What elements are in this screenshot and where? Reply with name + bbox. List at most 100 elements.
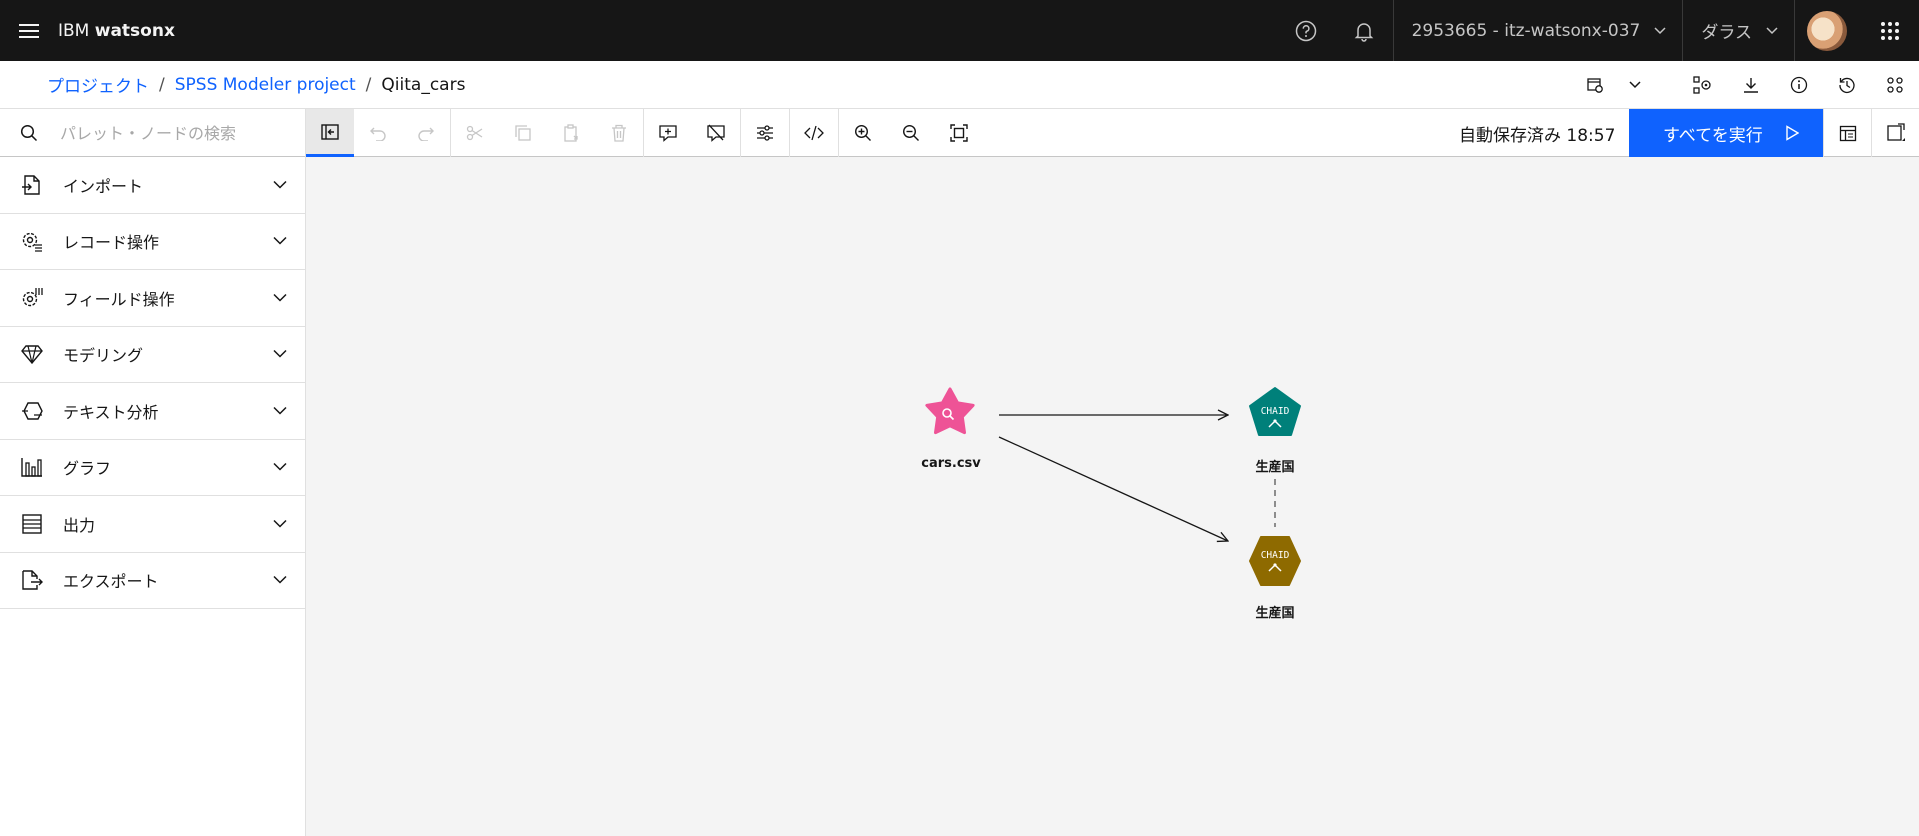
- chevron-down-icon: [1654, 26, 1666, 34]
- divider: [1794, 0, 1795, 61]
- breadcrumb-separator: /: [159, 74, 165, 95]
- chaid-glyph: CHAID: [1261, 406, 1290, 417]
- palette-item-label: レコード操作: [63, 233, 160, 253]
- apps-grid-icon[interactable]: [1871, 61, 1919, 109]
- palette-item-text-analysis[interactable]: テキスト分析: [0, 383, 305, 440]
- chevron-down-icon: [273, 406, 287, 415]
- zoom-in-button[interactable]: [839, 109, 887, 157]
- delete-button[interactable]: [595, 109, 643, 157]
- chevron-down-icon: [273, 237, 287, 245]
- chevron-down-icon: [273, 293, 287, 302]
- history-icon[interactable]: [1823, 61, 1871, 109]
- fit-to-screen-icon: [950, 124, 968, 142]
- node-label-chaid-1[interactable]: 生産国: [1255, 456, 1294, 475]
- palette-item-graph[interactable]: グラフ: [0, 440, 305, 496]
- node-chaid-1[interactable]: CHAID: [1249, 387, 1301, 436]
- info-icon[interactable]: [1775, 61, 1823, 109]
- breadcrumb: プロジェクト / SPSS Modeler project / Qiita_ca…: [0, 61, 1919, 109]
- cut-button[interactable]: [451, 109, 499, 157]
- cut-icon: [466, 125, 483, 141]
- flow-canvas[interactable]: CHAID CHAID cars.csv 生産国 生産国: [306, 157, 1919, 836]
- node-palette: インポート レコード操作 フィールド操作 モデリング テキスト分析 グラフ 出力…: [0, 157, 306, 836]
- paste-button[interactable]: [547, 109, 595, 157]
- hamburger-menu-icon[interactable]: [0, 0, 58, 61]
- node-cars-csv[interactable]: [925, 387, 975, 435]
- toggle-palette-button[interactable]: [306, 109, 354, 157]
- output-icon: [20, 512, 44, 536]
- redo-button[interactable]: [402, 109, 450, 157]
- chevron-down-icon: [273, 350, 287, 358]
- modeling-icon: [20, 342, 44, 366]
- flow-toolbar: 自動保存済み 18:57 すべてを実行: [0, 109, 1919, 157]
- flow-settings-icon[interactable]: [1575, 61, 1615, 109]
- side-panel-button[interactable]: [1871, 109, 1919, 157]
- region-label: ダラス: [1701, 23, 1752, 43]
- search-input[interactable]: [60, 123, 280, 143]
- chaid-nugget-icon: [1249, 536, 1301, 586]
- notification-icon[interactable]: [1335, 0, 1393, 61]
- node-label-cars-csv[interactable]: cars.csv: [921, 456, 980, 471]
- export-icon: [20, 568, 44, 592]
- account-switcher[interactable]: 2953665 - itz-watsonx-037: [1394, 0, 1683, 61]
- node-label-chaid-2[interactable]: 生産国: [1255, 602, 1294, 621]
- panel-collapse-icon: [321, 123, 339, 140]
- autosave-status: 自動保存済み 18:57: [1459, 125, 1616, 146]
- add-comment-button[interactable]: [644, 109, 692, 157]
- settings-button[interactable]: [741, 109, 789, 157]
- global-header: IBM watsonx 2953665 - itz-watsonx-037 ダラ…: [0, 0, 1919, 61]
- palette-item-record-ops[interactable]: レコード操作: [0, 214, 305, 270]
- copy-button[interactable]: [499, 109, 547, 157]
- palette-item-output[interactable]: 出力: [0, 496, 305, 553]
- data-view-icon[interactable]: [1679, 61, 1727, 109]
- palette-item-label: エクスポート: [63, 572, 159, 592]
- node-chaid-2[interactable]: CHAID: [1249, 536, 1301, 586]
- text-analysis-icon: [20, 399, 44, 423]
- hide-comments-button[interactable]: [692, 109, 740, 157]
- region-switcher[interactable]: ダラス: [1683, 0, 1794, 61]
- palette-item-export[interactable]: エクスポート: [0, 553, 305, 609]
- fit-to-screen-button[interactable]: [935, 109, 983, 157]
- undo-button[interactable]: [354, 109, 402, 157]
- palette-item-label: グラフ: [63, 459, 112, 479]
- palette-item-label: モデリング: [63, 346, 144, 366]
- redo-icon: [418, 127, 434, 141]
- palette-item-import[interactable]: インポート: [0, 157, 305, 214]
- chevron-down-icon: [1766, 26, 1778, 34]
- chevron-down-icon[interactable]: [1615, 61, 1655, 109]
- palette-search: [0, 109, 306, 157]
- breadcrumb-separator: /: [365, 74, 372, 95]
- play-icon: [1786, 125, 1799, 141]
- palette-item-label: 出力: [63, 515, 96, 535]
- chevron-down-icon: [273, 519, 287, 528]
- trash-icon: [612, 124, 626, 142]
- avatar[interactable]: [1807, 10, 1847, 51]
- chevron-down-icon: [273, 463, 287, 471]
- search-icon: [20, 124, 38, 142]
- palette-item-field-ops[interactable]: フィールド操作: [0, 270, 305, 327]
- side-panel-icon: [1886, 123, 1905, 141]
- breadcrumb-projects[interactable]: プロジェクト: [47, 72, 149, 97]
- zoom-out-icon: [902, 124, 919, 141]
- product-name[interactable]: IBM watsonx: [58, 21, 175, 41]
- import-icon: [20, 173, 44, 197]
- undo-icon: [370, 127, 386, 141]
- calendar-button[interactable]: [1823, 109, 1871, 157]
- breadcrumb-project[interactable]: SPSS Modeler project: [175, 75, 356, 95]
- code-button[interactable]: [790, 109, 838, 157]
- zoom-out-button[interactable]: [887, 109, 935, 157]
- add-comment-icon: [659, 125, 677, 142]
- link-cars-to-chaid2[interactable]: [998, 436, 1228, 541]
- graph-icon: [20, 455, 44, 479]
- run-all-button[interactable]: すべてを実行: [1629, 109, 1823, 157]
- palette-item-modeling[interactable]: モデリング: [0, 327, 305, 383]
- app-switcher-icon[interactable]: [1861, 0, 1919, 61]
- chevron-down-icon: [273, 576, 287, 584]
- palette-item-label: フィールド操作: [63, 289, 175, 309]
- account-label: 2953665 - itz-watsonx-037: [1411, 20, 1641, 41]
- download-icon[interactable]: [1727, 61, 1775, 109]
- sliders-icon: [757, 125, 773, 141]
- run-all-label: すべてを実行: [1663, 125, 1763, 146]
- breadcrumb-current: Qiita_cars: [381, 74, 466, 95]
- help-icon[interactable]: [1277, 0, 1335, 61]
- chevron-down-icon: [273, 180, 287, 189]
